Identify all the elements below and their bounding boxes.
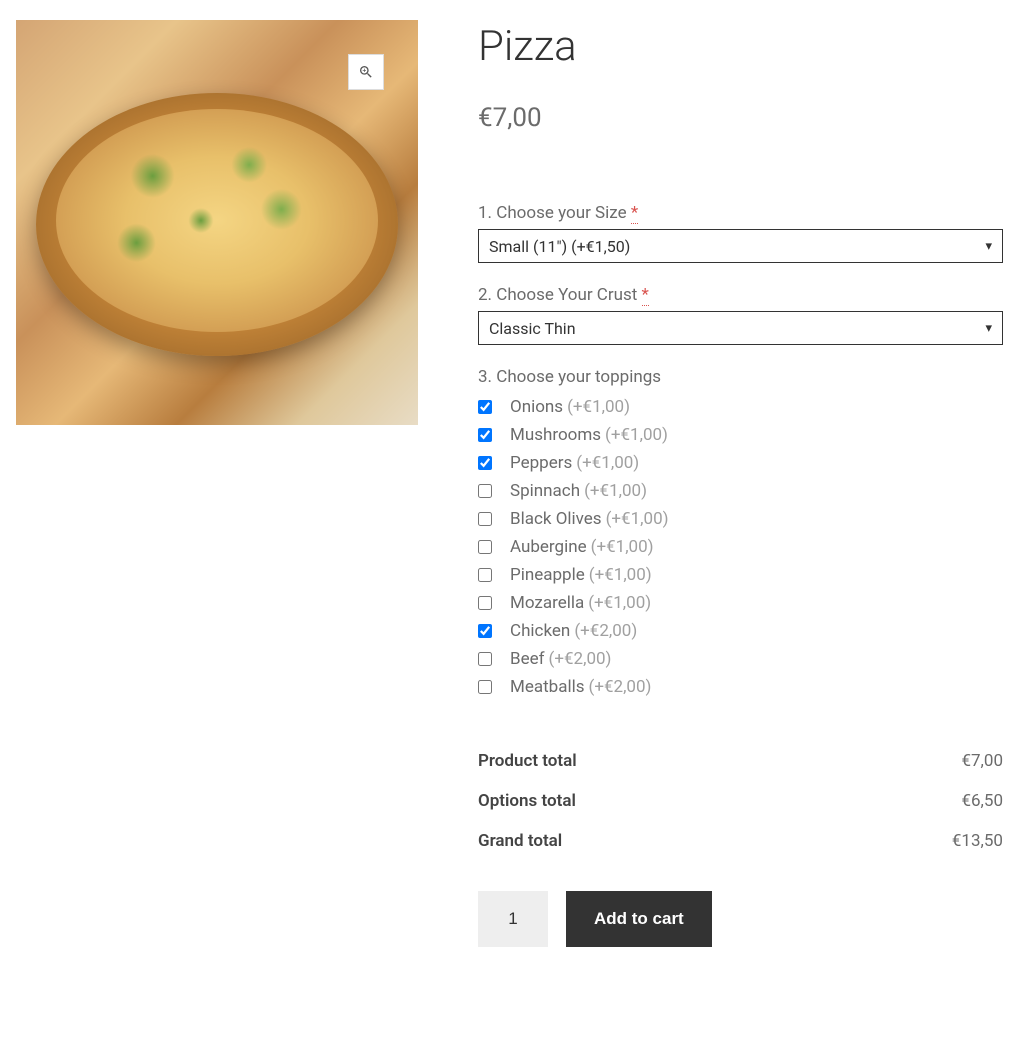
topping-item: Spinnach(+€1,00)	[478, 477, 1003, 505]
topping-checkbox[interactable]	[478, 456, 492, 470]
topping-item: Black Olives(+€1,00)	[478, 505, 1003, 533]
topping-item: Peppers(+€1,00)	[478, 449, 1003, 477]
topping-item: Mozarella(+€1,00)	[478, 589, 1003, 617]
topping-price: (+€1,00)	[576, 453, 639, 473]
topping-checkbox[interactable]	[478, 400, 492, 414]
topping-item: Meatballs(+€2,00)	[478, 673, 1003, 701]
topping-name: Spinnach	[510, 481, 580, 501]
size-option-group: 1. Choose your Size * Small (11") (+€1,5…	[478, 203, 1003, 263]
topping-name: Beef	[510, 649, 545, 669]
zoom-button[interactable]	[348, 54, 384, 90]
topping-price: (+€2,00)	[574, 621, 637, 641]
topping-price: (+€1,00)	[606, 509, 669, 529]
grand-total-row: Grand total €13,50	[478, 821, 1003, 861]
topping-name: Meatballs	[510, 677, 585, 697]
product-title: Pizza	[478, 22, 1003, 71]
topping-name: Onions	[510, 397, 563, 417]
topping-item: Mushrooms(+€1,00)	[478, 421, 1003, 449]
topping-price: (+€1,00)	[588, 593, 651, 613]
topping-checkbox[interactable]	[478, 596, 492, 610]
grand-total-value: €13,50	[952, 831, 1003, 851]
topping-checkbox[interactable]	[478, 484, 492, 498]
topping-name: Mushrooms	[510, 425, 601, 445]
size-select[interactable]: Small (11") (+€1,50)	[478, 229, 1003, 263]
topping-name: Pineapple	[510, 565, 585, 585]
topping-price: (+€2,00)	[549, 649, 612, 669]
topping-item: Pineapple(+€1,00)	[478, 561, 1003, 589]
add-to-cart-button[interactable]: Add to cart	[566, 891, 712, 947]
crust-option-group: 2. Choose Your Crust * Classic Thin	[478, 285, 1003, 345]
totals-section: Product total €7,00 Options total €6,50 …	[478, 741, 1003, 861]
topping-price: (+€1,00)	[605, 425, 668, 445]
topping-checkbox[interactable]	[478, 568, 492, 582]
product-total-row: Product total €7,00	[478, 741, 1003, 781]
topping-checkbox[interactable]	[478, 540, 492, 554]
topping-checkbox[interactable]	[478, 428, 492, 442]
topping-checkbox[interactable]	[478, 680, 492, 694]
options-total-row: Options total €6,50	[478, 781, 1003, 821]
crust-label: 2. Choose Your Crust *	[478, 285, 1003, 305]
topping-price: (+€2,00)	[589, 677, 652, 697]
quantity-input[interactable]	[478, 891, 548, 947]
topping-price: (+€1,00)	[589, 565, 652, 585]
topping-item: Chicken(+€2,00)	[478, 617, 1003, 645]
product-total-label: Product total	[478, 751, 577, 771]
options-total-label: Options total	[478, 791, 576, 811]
topping-checkbox[interactable]	[478, 512, 492, 526]
topping-price: (+€1,00)	[584, 481, 647, 501]
topping-checkbox[interactable]	[478, 624, 492, 638]
topping-item: Aubergine(+€1,00)	[478, 533, 1003, 561]
crust-select[interactable]: Classic Thin	[478, 311, 1003, 345]
topping-name: Peppers	[510, 453, 572, 473]
product-total-value: €7,00	[961, 751, 1003, 771]
topping-name: Black Olives	[510, 509, 602, 529]
magnify-plus-icon	[358, 64, 374, 80]
required-mark: *	[631, 203, 638, 224]
topping-name: Aubergine	[510, 537, 587, 557]
topping-name: Chicken	[510, 621, 570, 641]
toppings-option-group: 3. Choose your toppings Onions(+€1,00)Mu…	[478, 367, 1003, 701]
options-total-value: €6,50	[961, 791, 1003, 811]
topping-name: Mozarella	[510, 593, 584, 613]
size-label: 1. Choose your Size *	[478, 203, 1003, 223]
toppings-label: 3. Choose your toppings	[478, 367, 1003, 387]
grand-total-label: Grand total	[478, 831, 562, 851]
product-price: €7,00	[478, 103, 1003, 133]
topping-item: Beef(+€2,00)	[478, 645, 1003, 673]
topping-price: (+€1,00)	[567, 397, 630, 417]
required-mark: *	[642, 285, 649, 306]
topping-checkbox[interactable]	[478, 652, 492, 666]
topping-price: (+€1,00)	[591, 537, 654, 557]
topping-item: Onions(+€1,00)	[478, 393, 1003, 421]
